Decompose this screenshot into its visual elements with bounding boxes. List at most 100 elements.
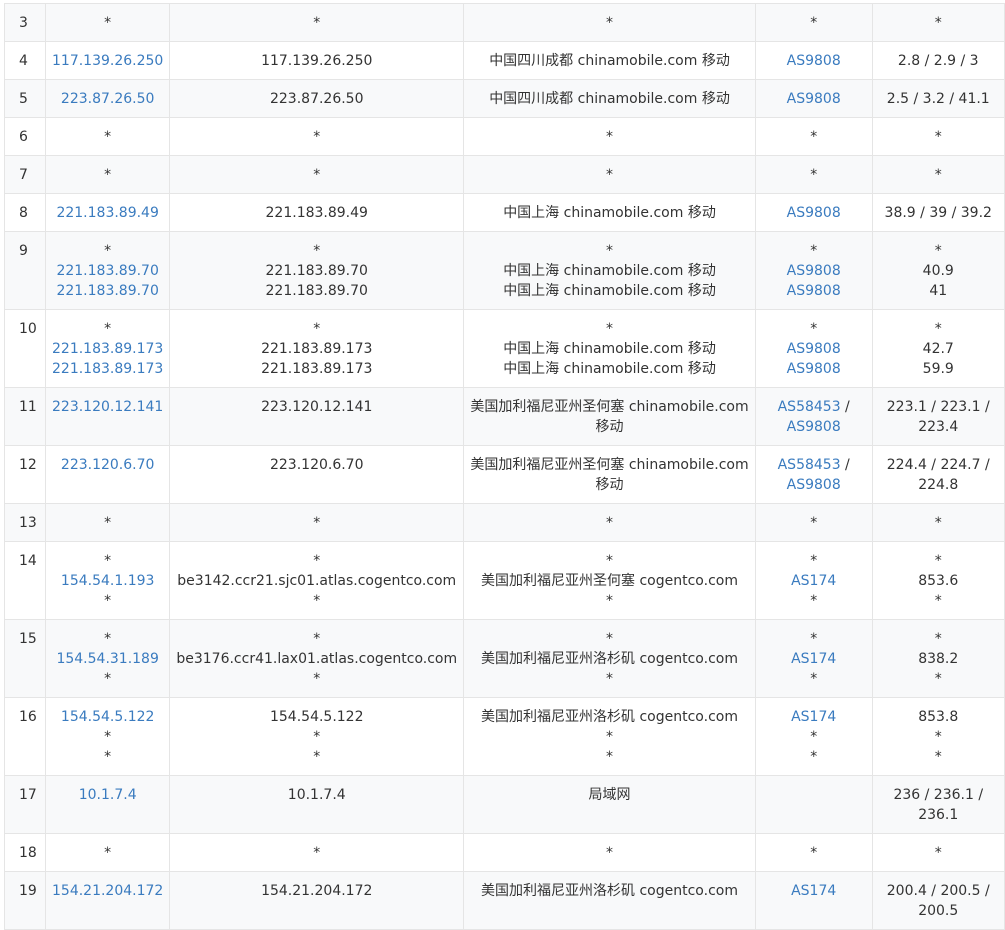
location-cell: 中国四川成都 chinamobile.com 移动 [463, 41, 756, 80]
hop-number: 7 [4, 155, 46, 194]
rtt-text: 236 / 236.1 / [893, 787, 984, 803]
location-cell: * [463, 503, 756, 542]
ip-link[interactable]: 223.87.26.50 [61, 91, 155, 107]
asn-text: * [810, 671, 818, 687]
hostname-cell: 154.21.204.172 [169, 871, 465, 930]
ip-link[interactable]: 221.183.89.49 [56, 205, 158, 221]
rtt-cell: 38.9 / 39 / 39.2 [871, 193, 1005, 232]
asn-cell: AS9808 [754, 41, 873, 80]
hostname-text: * [313, 729, 321, 745]
ip-link[interactable]: 221.183.89.173 [52, 341, 163, 357]
hostname-text: * [313, 671, 321, 687]
location-text: 美国加利福尼亚州圣何塞 chinamobile.com [470, 457, 749, 473]
asn-line: * [762, 165, 866, 185]
location-text: 中国四川成都 chinamobile.com 移动 [489, 91, 730, 107]
asn-link[interactable]: AS9808 [787, 361, 841, 377]
asn-line: AS174 [762, 707, 866, 727]
rtt-cell: * [871, 503, 1005, 542]
location-text: 中国上海 chinamobile.com 移动 [503, 361, 716, 377]
asn-link[interactable]: AS174 [791, 883, 836, 899]
ip-text: * [104, 15, 112, 31]
asn-link[interactable]: AS174 [791, 651, 836, 667]
ip-text: * [104, 593, 112, 609]
hop-row: 18 * * * * * [4, 833, 1005, 872]
ip-link[interactable]: 221.183.89.173 [52, 361, 163, 377]
hop-row: 4 117.139.26.250 117.139.26.250 中国四川成都 chin… [4, 41, 1005, 80]
ip-cell: * [44, 3, 171, 42]
asn-link[interactable]: AS9808 [787, 205, 841, 221]
location-cell: * 中国上海 chinamobile.com 移动 中国上海 chinamobile… [463, 231, 756, 310]
hop-row: 15 * 154.54.31.189 * * be3176.ccr41.lax01.atl… [4, 619, 1005, 698]
hop-number: 18 [4, 833, 46, 872]
rtt-text: * [934, 553, 942, 569]
ip-text: * [104, 243, 112, 259]
hostname-text: * [313, 321, 321, 337]
asn-link[interactable]: AS58453 [778, 399, 841, 415]
ip-text: * [104, 553, 112, 569]
hostname-text: * [313, 631, 321, 647]
asn-line: AS174 [762, 881, 866, 901]
asn-link[interactable]: AS9808 [787, 283, 841, 299]
hostname-text: * [313, 593, 321, 609]
ip-link[interactable]: 223.120.6.70 [61, 457, 155, 473]
rtt-text: * [934, 845, 942, 861]
ip-link[interactable]: 223.120.12.141 [52, 399, 163, 415]
ip-text: * [104, 729, 112, 745]
ip-cell: * [44, 117, 171, 156]
asn-link[interactable]: AS9808 [787, 341, 841, 357]
ip-cell: 223.87.26.50 [44, 79, 171, 118]
hostname-text: be3142.ccr21.sjc01.atlas.cogentco.com [177, 573, 457, 589]
asn-link[interactable]: AS9808 [787, 419, 841, 435]
asn-link[interactable]: AS58453 [778, 457, 841, 473]
hop-row: 3 * * * * * [4, 3, 1005, 42]
ip-cell: 154.54.5.122 * * [44, 697, 171, 776]
asn-line: AS58453 / [762, 455, 866, 475]
hostname-cell: * [169, 3, 465, 42]
asn-link[interactable]: AS9808 [787, 263, 841, 279]
asn-link[interactable]: AS174 [791, 709, 836, 725]
ip-link[interactable]: 221.183.89.70 [56, 283, 158, 299]
asn-cell: * AS174 * [754, 619, 873, 698]
hop-number: 8 [4, 193, 46, 232]
asn-link[interactable]: AS9808 [787, 53, 841, 69]
location-text: * [606, 671, 614, 687]
hop-row: 8 221.183.89.49 221.183.89.49 中国上海 chinamob… [4, 193, 1005, 232]
ip-text: * [104, 321, 112, 337]
rtt-text: 224.8 [918, 477, 959, 493]
hop-number: 19 [4, 871, 46, 930]
location-text: 移动 [595, 419, 624, 435]
ip-link[interactable]: 10.1.7.4 [79, 787, 137, 803]
location-text: 中国上海 chinamobile.com 移动 [503, 205, 716, 221]
hostname-cell: * [169, 833, 465, 872]
hostname-cell: * 221.183.89.173 221.183.89.173 [169, 309, 465, 388]
location-text: * [606, 845, 614, 861]
hop-number: 15 [4, 619, 46, 698]
ip-link[interactable]: 154.21.204.172 [52, 883, 163, 899]
asn-link[interactable]: AS174 [791, 573, 836, 589]
hostname-text: 154.54.5.122 [269, 709, 364, 725]
hostname-cell: 10.1.7.4 [169, 775, 465, 834]
rtt-text: 40.9 [922, 263, 954, 279]
ip-link[interactable]: 117.139.26.250 [52, 53, 163, 69]
rtt-cell: 853.8 * * [871, 697, 1005, 776]
ip-text: * [104, 845, 112, 861]
asn-text: * [810, 15, 818, 31]
rtt-cell: * 853.6 * [871, 541, 1005, 620]
hop-number: 14 [4, 541, 46, 620]
asn-cell: * [754, 117, 873, 156]
ip-link[interactable]: 154.54.31.189 [56, 651, 158, 667]
location-cell: 美国加利福尼亚州洛杉矶 cogentco.com * * [463, 697, 756, 776]
hostname-text: * [313, 553, 321, 569]
hostname-cell: 223.87.26.50 [169, 79, 465, 118]
asn-cell: * [754, 503, 873, 542]
asn-text: * [810, 553, 818, 569]
ip-link[interactable]: 154.54.1.193 [61, 573, 155, 589]
ip-link[interactable]: 221.183.89.70 [56, 263, 158, 279]
asn-line: * [762, 13, 866, 33]
asn-link[interactable]: AS9808 [787, 91, 841, 107]
asn-line: AS9808 [762, 475, 866, 495]
hop-row: 12 223.120.6.70 223.120.6.70 美国加利福尼亚州圣何塞 ch… [4, 445, 1005, 504]
hostname-text: 223.120.12.141 [261, 399, 373, 415]
asn-link[interactable]: AS9808 [787, 477, 841, 493]
ip-link[interactable]: 154.54.5.122 [61, 709, 155, 725]
